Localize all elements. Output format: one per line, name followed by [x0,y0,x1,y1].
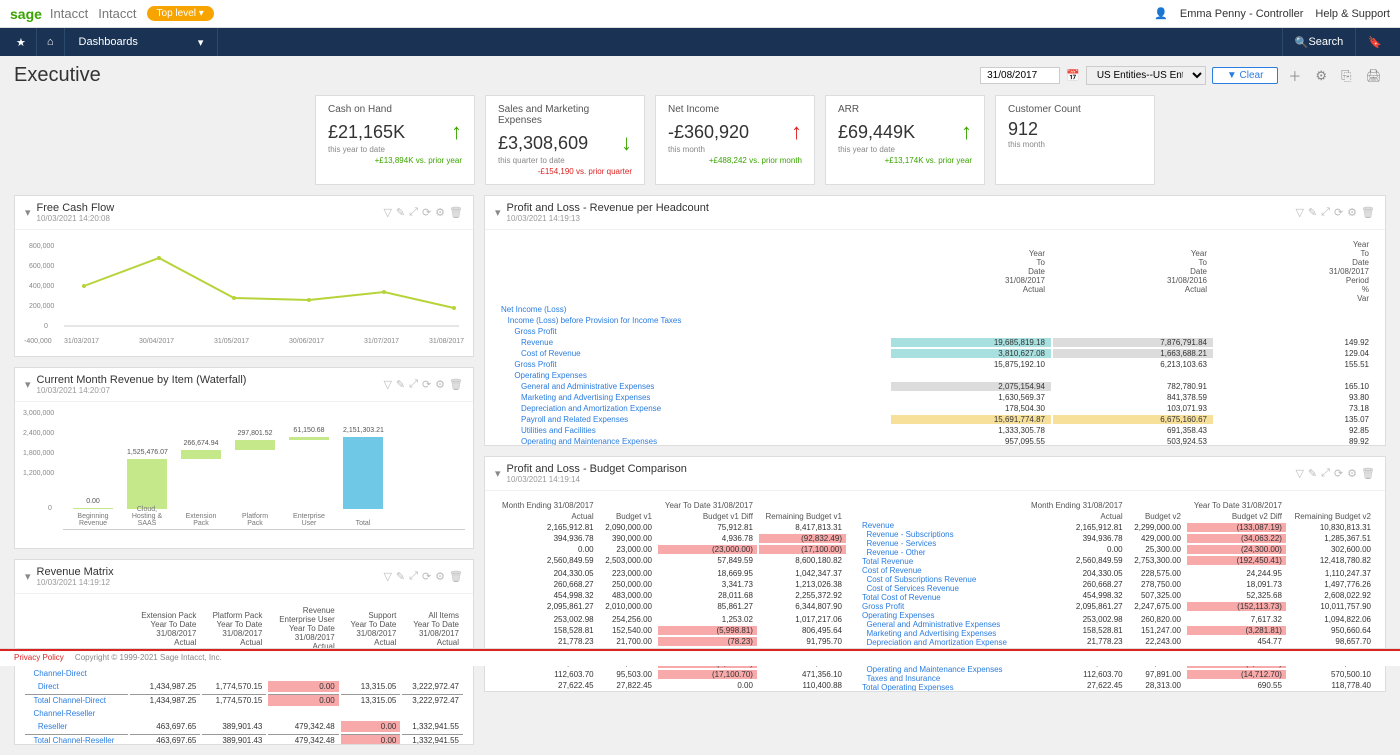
expand-icon[interactable]: ⤢ [1321,467,1330,480]
home-icon[interactable]: ⌂ [37,28,65,56]
panel-title: Profit and Loss - Budget Comparison [507,463,687,475]
filter-icon[interactable]: ▽ [1295,206,1303,219]
edit-icon[interactable]: ✎ [1308,467,1317,480]
svg-text:-400,000: -400,000 [24,338,52,345]
panel-title: Free Cash Flow [37,202,115,214]
collapse-icon[interactable]: ▾ [25,570,31,583]
delete-icon[interactable]: 🗑 [1361,467,1375,480]
collapse-icon[interactable]: ▾ [495,467,501,480]
panel-timestamp: 10/03/2021 14:19:13 [507,214,709,223]
expand-icon[interactable]: ⤢ [409,570,418,583]
panel-timestamp: 10/03/2021 14:19:12 [37,578,114,587]
expand-icon[interactable]: ⤢ [1321,206,1330,219]
delete-icon[interactable]: 🗑 [449,378,463,391]
free-cash-flow-chart: 800,000 600,000 400,000 200,000 0 -400,0… [23,238,465,348]
gear-icon[interactable]: ⚙ [1311,68,1331,84]
collapse-icon[interactable]: ▾ [25,378,31,391]
svg-text:200,000: 200,000 [29,303,54,310]
nav-search[interactable]: 🔍 Search [1282,28,1356,56]
entity-select[interactable]: US Entities--US Entiti [1086,66,1206,85]
svg-text:800,000: 800,000 [29,243,54,250]
filter-icon[interactable]: ▽ [383,570,391,583]
panel-title: Revenue Matrix [37,566,114,578]
kpi-card[interactable]: Cash on Hand £21,165K↑ this year to date… [315,95,475,185]
delete-icon[interactable]: 🗑 [449,206,463,219]
panel-title: Profit and Loss - Revenue per Headcount [507,202,709,214]
nav-dashboards[interactable]: Dashboards▾ [65,28,219,56]
clear-button[interactable]: ▼ Clear [1212,67,1279,84]
collapse-icon[interactable]: ▾ [25,206,31,219]
settings-icon[interactable]: ⚙ [1347,467,1357,480]
company-name: Intacct [98,6,136,21]
svg-text:31/08/2017: 31/08/2017 [429,338,464,345]
edit-icon[interactable]: ✎ [396,570,405,583]
date-input[interactable] [980,67,1060,84]
refresh-icon[interactable]: ⟳ [1334,206,1343,219]
filter-icon[interactable]: ▽ [383,206,391,219]
svg-text:30/04/2017: 30/04/2017 [139,338,174,345]
copyright: Copyright © 1999-2021 Sage Intacct, Inc. [75,653,222,662]
kpi-card[interactable]: Customer Count 912 this month [995,95,1155,185]
refresh-icon[interactable]: ⟳ [422,206,431,219]
panel-timestamp: 10/03/2021 14:19:14 [507,475,687,484]
nav-bookmark-icon[interactable]: 🔖 [1355,28,1394,56]
panel-timestamp: 10/03/2021 14:20:08 [37,214,115,223]
svg-text:0: 0 [44,323,48,330]
collapse-icon[interactable]: ▾ [495,206,501,219]
refresh-icon[interactable]: ⟳ [1334,467,1343,480]
delete-icon[interactable]: 🗑 [1361,206,1375,219]
filter-icon[interactable]: ▽ [383,378,391,391]
kpi-card[interactable]: Sales and Marketing Expenses £3,308,609↓… [485,95,645,185]
panel-pl-headcount: ▾ Profit and Loss - Revenue per Headcoun… [484,195,1386,446]
calendar-icon[interactable]: 📅 [1066,69,1080,82]
panel-waterfall: ▾ Current Month Revenue by Item (Waterfa… [14,367,474,549]
edit-icon[interactable]: ✎ [1308,206,1317,219]
user-name[interactable]: Emma Penny - Controller [1180,8,1304,20]
svg-text:600,000: 600,000 [29,263,54,270]
page-title: Executive [14,64,101,87]
privacy-link[interactable]: Privacy Policy [14,653,64,662]
footer: Privacy Policy Copyright © 1999-2021 Sag… [0,648,1400,666]
settings-icon[interactable]: ⚙ [435,378,445,391]
user-icon: 👤 [1154,7,1168,20]
refresh-icon[interactable]: ⟳ [422,570,431,583]
svg-text:31/07/2017: 31/07/2017 [364,338,399,345]
panel-timestamp: 10/03/2021 14:20:07 [37,386,247,395]
panel-free-cash-flow: ▾ Free Cash Flow 10/03/2021 14:20:08 ▽ ✎ ⤢… [14,195,474,357]
print-icon[interactable]: 🖨 [1361,68,1386,84]
logo-sage: sage [10,6,42,22]
kpi-card[interactable]: ARR £69,449K↑ this year to date +£13,174… [825,95,985,185]
settings-icon[interactable]: ⚙ [435,206,445,219]
refresh-icon[interactable]: ⟳ [422,378,431,391]
revenue-matrix-table: Extension PackYear To Date31/08/2017Actu… [23,602,465,744]
svg-text:31/03/2017: 31/03/2017 [64,338,99,345]
settings-icon[interactable]: ⚙ [435,570,445,583]
svg-text:400,000: 400,000 [29,283,54,290]
filter-icon[interactable]: ▽ [1295,467,1303,480]
copy-icon[interactable]: ⎘ [1337,68,1355,84]
top-level-badge[interactable]: Top level ▾ [147,6,214,21]
delete-icon[interactable]: 🗑 [449,570,463,583]
svg-text:31/05/2017: 31/05/2017 [214,338,249,345]
svg-text:30/06/2017: 30/06/2017 [289,338,324,345]
edit-icon[interactable]: ✎ [396,206,405,219]
add-icon[interactable]: ＋ [1284,66,1305,85]
waterfall-chart: 3,000,000 2,400,000 1,800,000 1,200,000 … [23,410,465,540]
pl-headcount-table: YearToDate31/08/2017ActualYearToDate31/0… [493,238,1377,445]
settings-icon[interactable]: ⚙ [1347,206,1357,219]
panel-title: Current Month Revenue by Item (Waterfall… [37,374,247,386]
star-icon[interactable]: ★ [6,28,37,56]
kpi-card[interactable]: Net Income -£360,920↑ this month +£488,2… [655,95,815,185]
expand-icon[interactable]: ⤢ [409,206,418,219]
logo-intacct: Intacct [50,6,88,21]
expand-icon[interactable]: ⤢ [409,378,418,391]
edit-icon[interactable]: ✎ [396,378,405,391]
help-link[interactable]: Help & Support [1315,8,1390,20]
